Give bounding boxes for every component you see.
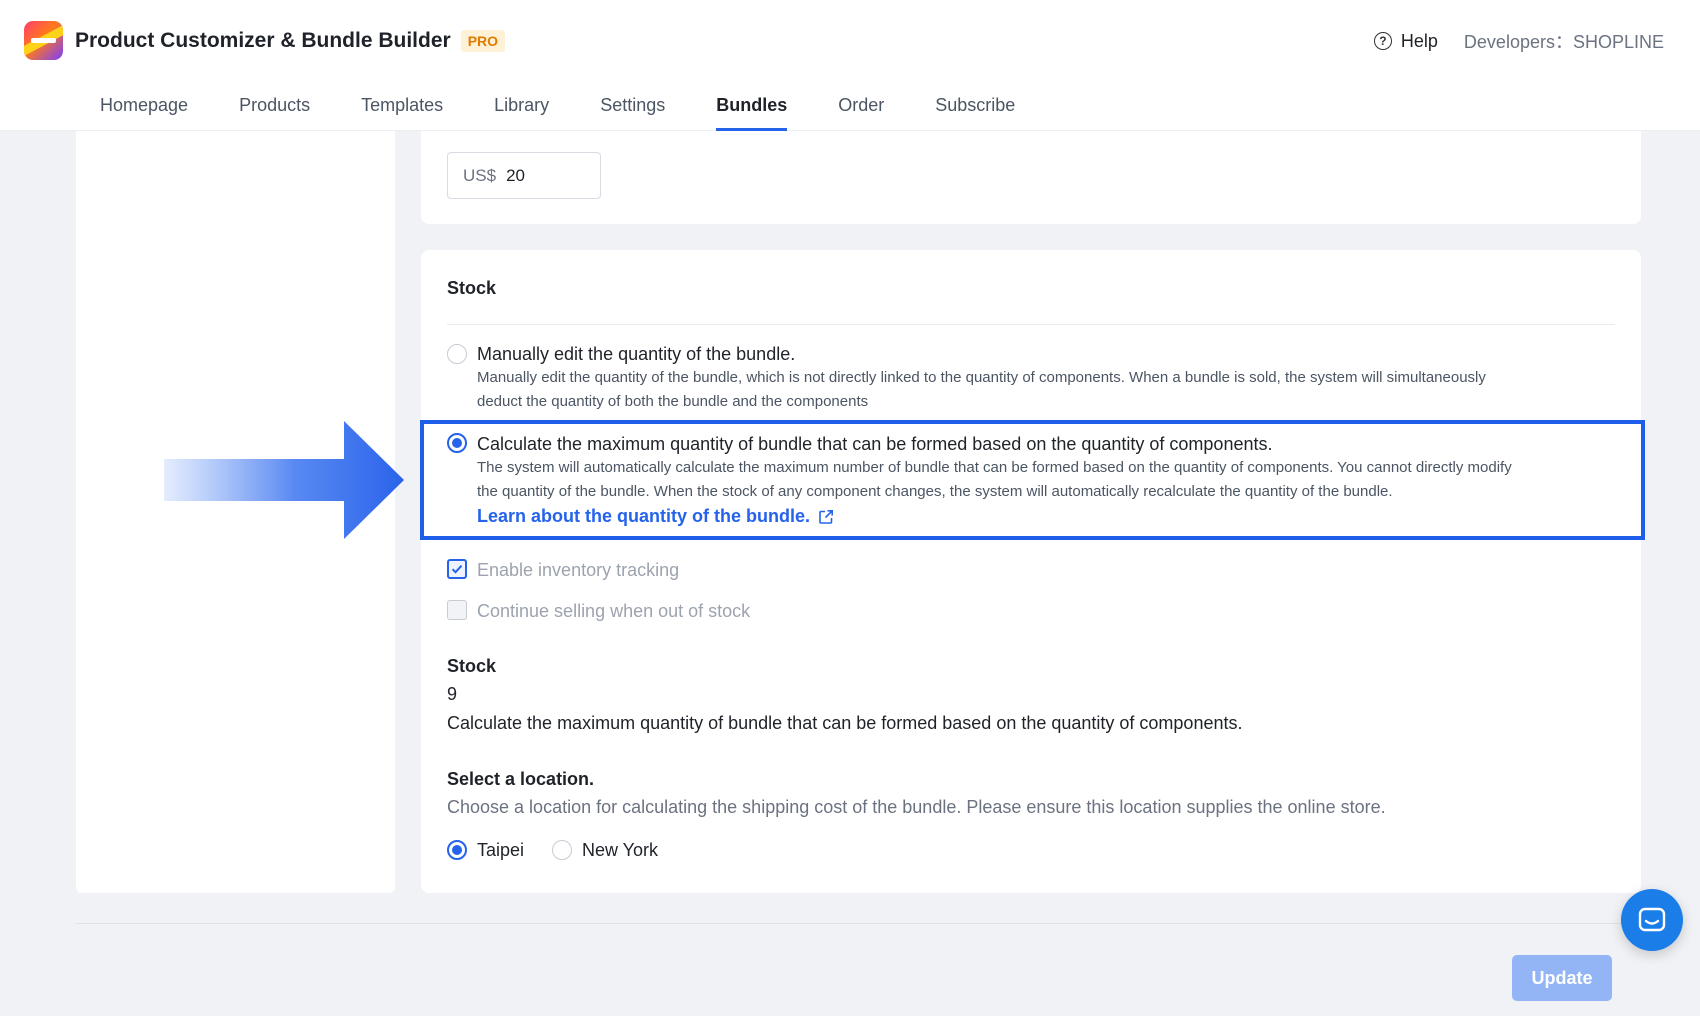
tab-bundles[interactable]: Bundles bbox=[716, 88, 788, 131]
calculated-quantity-desc-line1: The system will automatically calculate … bbox=[477, 459, 1512, 476]
location-title: Select a location. bbox=[447, 769, 595, 789]
continue-selling-label: Continue selling when out of stock bbox=[477, 601, 751, 621]
currency-prefix: US$ bbox=[463, 165, 497, 185]
update-button[interactable]: Update bbox=[1512, 955, 1612, 1001]
tab-library[interactable]: Library bbox=[494, 88, 549, 131]
stock-label: Stock bbox=[447, 656, 497, 676]
price-value: 20 bbox=[506, 165, 525, 185]
inventory-tracking-label: Enable inventory tracking bbox=[477, 560, 680, 580]
location-newyork-label: New York bbox=[582, 840, 659, 860]
pro-badge: PRO bbox=[460, 29, 506, 52]
external-link-icon bbox=[819, 509, 833, 524]
manual-quantity-title: Manually edit the quantity of the bundle… bbox=[477, 344, 796, 364]
price-card: US$ 20 bbox=[421, 131, 1641, 224]
location-taipei-radio[interactable] bbox=[447, 840, 467, 860]
tab-settings[interactable]: Settings bbox=[600, 88, 665, 131]
tab-order[interactable]: Order bbox=[838, 88, 884, 131]
tab-subscribe[interactable]: Subscribe bbox=[935, 88, 1015, 131]
tab-products[interactable]: Products bbox=[239, 88, 310, 131]
help-label: Help bbox=[1400, 30, 1438, 51]
developers-label: Developers：SHOPLINE bbox=[1463, 32, 1664, 52]
location-newyork-radio[interactable] bbox=[552, 840, 572, 860]
stock-card: Stock Manually edit the quantity of the … bbox=[421, 250, 1641, 893]
calculated-quantity-desc-line2: the quantity of the bundle. When the sto… bbox=[477, 483, 1393, 500]
learn-link-label: Learn about the quantity of the bundle. bbox=[477, 506, 810, 526]
right-arrow-icon bbox=[164, 421, 404, 539]
learn-bundle-quantity-link[interactable]: Learn about the quantity of the bundle. bbox=[477, 506, 834, 527]
help-link[interactable]: ? Help bbox=[1373, 30, 1438, 52]
manual-quantity-radio[interactable] bbox=[447, 344, 467, 364]
manual-quantity-desc-line2: deduct the quantity of both the bundle a… bbox=[477, 393, 869, 410]
top-right-actions: ? Help Developers：SHOPLINE bbox=[1373, 28, 1664, 54]
continue-selling-checkbox[interactable] bbox=[447, 600, 467, 620]
tab-templates[interactable]: Templates bbox=[361, 88, 443, 131]
top-bar: Product Customizer & Bundle Builder PRO … bbox=[0, 0, 1700, 131]
question-circle-icon: ? bbox=[1373, 32, 1392, 50]
stock-value: 9 bbox=[447, 684, 458, 704]
calculated-quantity-radio[interactable] bbox=[447, 433, 467, 453]
inventory-tracking-checkbox[interactable] bbox=[447, 559, 467, 579]
checkmark-icon bbox=[451, 565, 463, 574]
stock-section-title: Stock bbox=[447, 278, 497, 298]
tab-homepage[interactable]: Homepage bbox=[100, 88, 188, 131]
location-desc: Choose a location for calculating the sh… bbox=[447, 797, 1386, 817]
brand: Product Customizer & Bundle Builder PRO bbox=[24, 21, 506, 60]
main-nav: Homepage Products Templates Library Sett… bbox=[100, 88, 1066, 131]
app-title: Product Customizer & Bundle Builder bbox=[75, 28, 451, 52]
footer-divider bbox=[76, 923, 1641, 924]
calculated-quantity-title: Calculate the maximum quantity of bundle… bbox=[477, 434, 1273, 454]
manual-quantity-desc-line1: Manually edit the quantity of the bundle… bbox=[477, 369, 1486, 386]
chat-button[interactable] bbox=[1621, 889, 1683, 951]
price-input[interactable]: US$ 20 bbox=[447, 152, 601, 199]
location-taipei-label: Taipei bbox=[477, 840, 525, 860]
chat-icon bbox=[1638, 907, 1666, 932]
stock-note: Calculate the maximum quantity of bundle… bbox=[447, 713, 1243, 733]
app-logo bbox=[24, 21, 63, 60]
section-divider bbox=[447, 324, 1615, 325]
